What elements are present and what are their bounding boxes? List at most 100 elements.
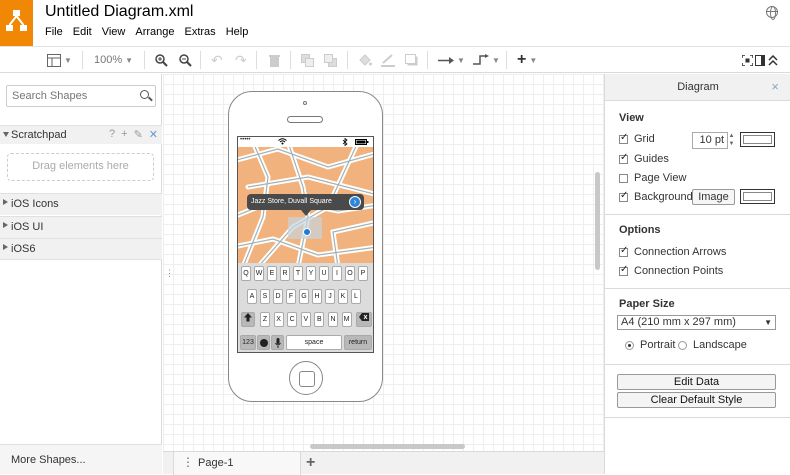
key-x[interactable]: X: [273, 312, 284, 327]
key-c[interactable]: C: [287, 312, 298, 327]
page-tab-1[interactable]: ⋮ Page-1: [173, 452, 301, 475]
key-v[interactable]: V: [300, 312, 311, 327]
key-s[interactable]: S: [260, 289, 270, 304]
shift-key[interactable]: [241, 312, 255, 327]
return-key[interactable]: return: [344, 335, 372, 350]
undo-button[interactable]: ↶: [211, 52, 223, 68]
key-m[interactable]: M: [341, 312, 352, 327]
key-h[interactable]: H: [312, 289, 322, 304]
key-e[interactable]: E: [267, 266, 277, 281]
search-shapes-box[interactable]: [6, 85, 156, 107]
add-icon[interactable]: +: [121, 128, 127, 141]
vertical-scrollbar[interactable]: [595, 172, 600, 270]
portrait-radio[interactable]: [625, 340, 634, 350]
waypoints-dropdown[interactable]: ▼: [473, 52, 500, 68]
menu-arrange[interactable]: Arrange: [135, 26, 180, 38]
backspace-key[interactable]: [356, 312, 372, 327]
guides-option[interactable]: Guides: [619, 152, 669, 166]
splitter-handle-icon[interactable]: ⋮: [165, 268, 174, 279]
key-d[interactable]: D: [273, 289, 283, 304]
key-g[interactable]: G: [299, 289, 309, 304]
menu-help[interactable]: Help: [226, 26, 255, 38]
clear-default-style-button[interactable]: Clear Default Style: [617, 392, 776, 408]
numbers-key[interactable]: 123: [240, 335, 256, 350]
grid-checkbox[interactable]: [619, 132, 628, 144]
collapse-toolbar-button[interactable]: [768, 52, 778, 68]
toggle-format-button[interactable]: [755, 52, 765, 68]
line-color-button[interactable]: [381, 52, 395, 68]
scratchpad-drop-zone[interactable]: Drag elements here: [7, 153, 154, 181]
shadow-button[interactable]: [405, 52, 419, 68]
key-b[interactable]: B: [314, 312, 325, 327]
edit-data-button[interactable]: Edit Data: [617, 374, 776, 390]
space-key[interactable]: space: [286, 335, 342, 350]
map-callout[interactable]: Jazz Store, Duvall Square ›: [247, 194, 364, 216]
menu-view[interactable]: View: [102, 26, 132, 38]
zoom-in-button[interactable]: [155, 52, 168, 68]
landscape-radio[interactable]: [678, 340, 687, 350]
to-front-button[interactable]: [301, 52, 315, 68]
grid-size-spinner[interactable]: ▲ ▼: [727, 132, 736, 149]
key-u[interactable]: U: [319, 266, 329, 281]
help-icon[interactable]: ?: [109, 128, 115, 141]
key-y[interactable]: Y: [306, 266, 316, 281]
fullscreen-button[interactable]: [742, 52, 753, 68]
background-checkbox[interactable]: [619, 190, 628, 202]
menu-file[interactable]: File: [45, 26, 69, 38]
paper-size-select[interactable]: A4 (210 mm x 297 mm) ▼: [617, 315, 776, 330]
connection-style-dropdown[interactable]: ▼: [438, 52, 465, 68]
spinner-down-icon[interactable]: ▼: [727, 140, 736, 148]
background-option[interactable]: Background: [619, 190, 693, 204]
grid-size-input[interactable]: 10 pt: [692, 132, 728, 149]
landscape-option[interactable]: Landscape: [678, 338, 747, 352]
to-back-button[interactable]: [324, 52, 338, 68]
format-panel-toggle[interactable]: ▼: [47, 52, 72, 68]
spinner-up-icon[interactable]: ▲: [727, 132, 736, 140]
key-n[interactable]: N: [328, 312, 338, 327]
globe-key[interactable]: [257, 335, 270, 350]
document-title[interactable]: Untitled Diagram.xml: [45, 3, 193, 21]
redo-button[interactable]: ↷: [235, 52, 247, 68]
key-o[interactable]: O: [345, 266, 355, 281]
key-l[interactable]: L: [351, 289, 361, 304]
library-ios6[interactable]: iOS6: [0, 238, 162, 260]
connection-arrows-option[interactable]: Connection Arrows: [619, 245, 726, 259]
horizontal-scrollbar[interactable]: [310, 444, 465, 449]
page-view-checkbox[interactable]: [619, 173, 628, 183]
page-menu-icon[interactable]: ⋮: [182, 455, 194, 469]
key-f[interactable]: F: [286, 289, 296, 304]
portrait-option[interactable]: Portrait: [625, 338, 675, 352]
connection-arrows-checkbox[interactable]: [619, 245, 628, 257]
key-p[interactable]: P: [358, 266, 368, 281]
grid-option[interactable]: Grid: [619, 132, 655, 146]
zoom-out-button[interactable]: [179, 52, 192, 68]
menu-extras[interactable]: Extras: [185, 26, 222, 38]
connection-points-checkbox[interactable]: [619, 264, 628, 276]
fill-color-button[interactable]: [358, 52, 372, 68]
page-view-option[interactable]: Page View: [619, 171, 686, 185]
insert-dropdown[interactable]: + ▼: [517, 51, 537, 68]
phone-screen[interactable]: ••••• Jazz Store, Duvall Square › Q W E …: [237, 136, 374, 353]
key-z[interactable]: Z: [260, 312, 270, 327]
guides-checkbox[interactable]: [619, 152, 628, 164]
ios-keyboard[interactable]: QWERTYUIOP ASDFGHJKL ZXCVBNM 123 space r…: [238, 263, 373, 352]
close-icon[interactable]: ×: [771, 79, 779, 94]
menu-edit[interactable]: Edit: [73, 26, 98, 38]
disclosure-arrow-icon[interactable]: ›: [349, 196, 361, 208]
connection-points-option[interactable]: Connection Points: [619, 264, 723, 278]
add-page-icon[interactable]: +: [306, 454, 315, 472]
key-k[interactable]: K: [338, 289, 348, 304]
grid-color-swatch[interactable]: [740, 132, 775, 147]
zoom-dropdown[interactable]: 100% ▼: [94, 52, 133, 68]
key-a[interactable]: A: [247, 289, 257, 304]
key-r[interactable]: R: [280, 266, 290, 281]
more-shapes-button[interactable]: More Shapes...: [0, 444, 162, 474]
edit-icon[interactable]: ✎: [134, 128, 143, 141]
location-pin-icon[interactable]: [303, 228, 311, 236]
search-shapes-input[interactable]: [7, 86, 132, 106]
library-ios-icons[interactable]: iOS Icons: [0, 193, 162, 215]
background-color-swatch[interactable]: [740, 189, 775, 204]
delete-button[interactable]: [269, 52, 280, 68]
key-w[interactable]: W: [254, 266, 264, 281]
library-ios-ui[interactable]: iOS UI: [0, 216, 162, 238]
